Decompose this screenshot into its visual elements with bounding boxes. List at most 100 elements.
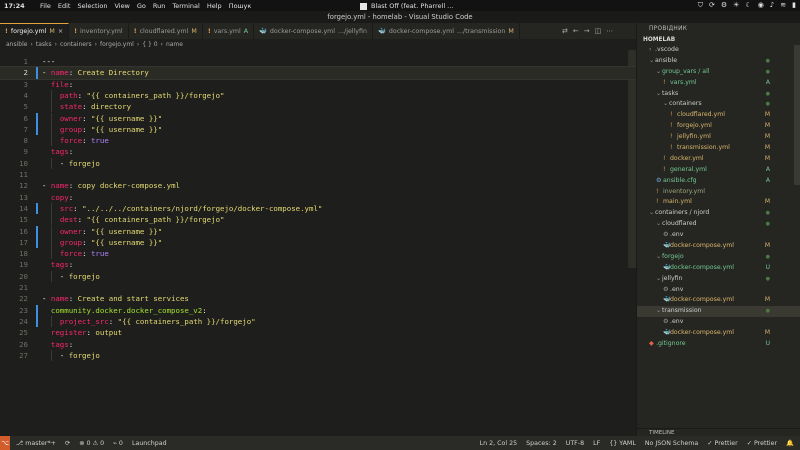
folder-item[interactable]: ⌄containers ●: [637, 99, 800, 110]
tab-docker-compose-yml[interactable]: 🐳 docker-compose.yml .../transmission M: [373, 23, 520, 39]
encoding[interactable]: UTF-8: [566, 440, 584, 447]
ports-indicator[interactable]: ⌁ 0: [113, 440, 123, 447]
go-back-icon[interactable]: ←: [573, 27, 579, 35]
menu-item-selection[interactable]: Selection: [77, 2, 107, 10]
settings-icon[interactable]: ⚙: [721, 1, 727, 10]
moon-icon[interactable]: ☾: [745, 1, 751, 10]
more-actions-icon[interactable]: ⋯: [606, 27, 613, 35]
folder-item[interactable]: ⌄group_vars / all ●: [637, 67, 800, 78]
menu-item-file[interactable]: File: [40, 2, 51, 10]
file-item[interactable]: ⚙.env: [637, 230, 800, 241]
prettier-status-2[interactable]: ✓ Prettier: [747, 440, 777, 447]
code-line[interactable]: 1 ---: [0, 56, 636, 67]
menu-item-edit[interactable]: Edit: [58, 2, 71, 10]
code-line[interactable]: 25 register: output: [0, 327, 636, 338]
breadcrumb-item[interactable]: name: [166, 41, 183, 48]
code-line[interactable]: 15 dest: "{{ containers_path }}/forgejo": [0, 214, 636, 226]
breadcrumb-item[interactable]: ansible: [6, 41, 27, 48]
menu-item-пошук[interactable]: Пошук: [229, 2, 252, 10]
code-line[interactable]: 9 tags:: [0, 146, 636, 157]
code-line[interactable]: 13 copy:: [0, 192, 636, 203]
file-item[interactable]: ! cloudflared.yml M: [637, 110, 800, 121]
timeline-section[interactable]: TIMELINE: [637, 428, 800, 436]
shield-icon[interactable]: ⛉: [698, 1, 703, 10]
file-item[interactable]: ◆ .gitignore U: [637, 339, 800, 350]
file-item[interactable]: ! general.yml A: [637, 165, 800, 176]
menu-item-terminal[interactable]: Terminal: [172, 2, 199, 10]
folder-item[interactable]: › .vscode: [637, 45, 800, 56]
file-item[interactable]: 🐳docker-compose.yml M: [637, 295, 800, 306]
close-icon[interactable]: ×: [58, 28, 63, 35]
json-schema-status[interactable]: No JSON Schema: [645, 440, 698, 447]
notifications-icon[interactable]: 🔔: [786, 439, 794, 447]
code-line[interactable]: 8 force: true: [0, 135, 636, 147]
menu-item-help[interactable]: Help: [207, 2, 222, 10]
code-line[interactable]: 24 project_src: "{{ containers_path }}/f…: [0, 315, 636, 328]
file-item[interactable]: 🐳docker-compose.yml M: [637, 328, 800, 339]
tab-vars-yml[interactable]: ! vars.yml A: [203, 23, 255, 39]
compare-icon[interactable]: ⇄: [562, 27, 568, 35]
problems-indicator[interactable]: ⊗ 0 ⚠ 0: [79, 440, 104, 447]
sun-icon[interactable]: ☀: [733, 1, 739, 10]
go-forward-icon[interactable]: →: [584, 27, 590, 35]
file-item[interactable]: ! docker.yml M: [637, 154, 800, 165]
breadcrumb-item[interactable]: containers: [60, 41, 92, 48]
volume-icon[interactable]: ♪: [770, 1, 774, 10]
folder-item[interactable]: ⌄transmission ●: [637, 306, 800, 318]
code-line[interactable]: 23 community.docker.docker_compose_v2:: [0, 304, 636, 316]
end-of-line[interactable]: LF: [593, 440, 600, 447]
prettier-status[interactable]: ✓ Prettier: [707, 440, 737, 447]
folder-item[interactable]: ⌄containers / njord ●: [637, 208, 800, 219]
folder-item[interactable]: ⌄tasks ●: [637, 89, 800, 100]
file-item[interactable]: ! main.yml M: [637, 197, 800, 208]
code-line[interactable]: 26 tags:: [0, 339, 636, 350]
folder-item[interactable]: ⌄forgejo ●: [637, 252, 800, 263]
remote-icon[interactable]: ⌥: [0, 436, 10, 450]
tab-cloudflared-yml[interactable]: ! cloudflared.yml M: [129, 23, 203, 39]
file-item[interactable]: ⚙.env: [637, 285, 800, 296]
code-editor[interactable]: 1 --- 2- name: Create Directory 3 file: 4 pa…: [0, 50, 637, 436]
file-item[interactable]: 🐳docker-compose.yml M: [637, 241, 800, 252]
sync-status[interactable]: ⟳: [65, 440, 70, 447]
code-line[interactable]: 27 - forgejo: [0, 349, 636, 362]
file-item[interactable]: ! transmission.yml M: [637, 143, 800, 154]
code-line[interactable]: 14 src: "../../../containers/njord/forge…: [0, 202, 636, 215]
tab-docker-compose-yml[interactable]: 🐳 docker-compose.yml .../jellyfin: [254, 23, 373, 39]
folder-item[interactable]: ⌄jellyfin ●: [637, 274, 800, 285]
breadcrumb-item[interactable]: tasks: [36, 41, 52, 48]
code-line[interactable]: 17 group: "{{ username }}": [0, 236, 636, 249]
code-line[interactable]: 12 - name: copy docker-compose.yml: [0, 180, 636, 191]
code-line[interactable]: 20 - forgejo: [0, 270, 636, 282]
file-item[interactable]: ! vars.yml A: [637, 78, 800, 89]
code-line[interactable]: 7 group: "{{ username }}": [0, 123, 636, 136]
code-line[interactable]: 6 owner: "{{ username }}": [0, 112, 636, 124]
file-item[interactable]: ⚙.env: [637, 317, 800, 328]
droplet-icon[interactable]: ◉: [758, 1, 764, 10]
code-line[interactable]: 16 owner: "{{ username }}": [0, 225, 636, 237]
code-line[interactable]: 2 - name: Create Directory: [0, 66, 637, 80]
launchpad-button[interactable]: Launchpad: [132, 440, 167, 447]
cursor-position[interactable]: Ln 2, Col 25: [480, 440, 518, 447]
code-line[interactable]: 4 path: "{{ containers_path }}/forgejo": [0, 89, 636, 102]
code-line[interactable]: 21: [0, 282, 636, 293]
workspace-root[interactable]: HOMELAB: [637, 35, 800, 45]
file-item[interactable]: ! inventory.yml: [637, 187, 800, 198]
breadcrumb-item[interactable]: { } 0: [142, 41, 157, 48]
battery-icon[interactable]: ▮: [792, 1, 796, 10]
file-item[interactable]: 🐳docker-compose.yml U: [637, 263, 800, 274]
media-indicator[interactable]: Blast Off (feat. Pharrell ...: [360, 2, 453, 10]
code-line[interactable]: 10 - forgejo: [0, 157, 636, 169]
folder-item[interactable]: ⌄cloudflared ●: [637, 219, 800, 230]
sync-icon[interactable]: ⟳: [709, 1, 715, 10]
explorer-scrollbar[interactable]: [794, 45, 800, 185]
code-line[interactable]: 11: [0, 169, 636, 180]
indentation[interactable]: Spaces: 2: [526, 440, 557, 447]
code-line[interactable]: 22 - name: Create and start services: [0, 293, 636, 304]
menu-item-run[interactable]: Run: [153, 2, 165, 10]
file-item[interactable]: ⚙ansible.cfg A: [637, 176, 800, 187]
code-line[interactable]: 5 state: directory: [0, 101, 636, 113]
file-item[interactable]: ! jellyfin.yml M: [637, 132, 800, 143]
file-item[interactable]: ! forgejo.yml M: [637, 121, 800, 132]
code-line[interactable]: 19 tags:: [0, 259, 636, 270]
folder-item[interactable]: ⌄ansible ●: [637, 56, 800, 67]
